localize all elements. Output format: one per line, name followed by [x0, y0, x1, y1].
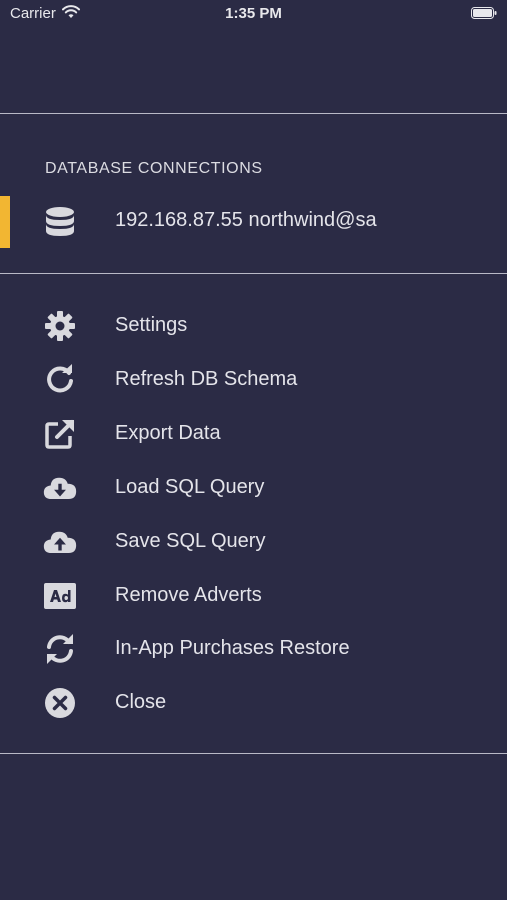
gear-icon: [43, 309, 77, 343]
menu-item-label: Settings: [115, 314, 188, 336]
menu-item-label: Load SQL Query: [115, 476, 265, 498]
section-header-database-connections: DATABASE CONNECTIONS: [45, 160, 263, 177]
active-connection-indicator: [0, 196, 10, 248]
refresh-icon: [43, 363, 77, 397]
ad-icon: [43, 579, 77, 613]
status-time: 1:35 PM: [225, 5, 282, 22]
menu-item-close[interactable]: Close: [0, 681, 507, 725]
menu-item-load-sql-query[interactable]: Load SQL Query: [0, 466, 507, 510]
menu-item-export-data[interactable]: Export Data: [0, 412, 507, 456]
database-icon: [43, 205, 77, 239]
menu-item-label: Export Data: [115, 422, 221, 444]
status-bar: Carrier 1:35 PM: [0, 0, 507, 28]
battery-icon: [471, 7, 497, 19]
cloud-upload-icon: [43, 525, 77, 559]
divider-middle: [0, 273, 507, 274]
menu-item-in-app-purchases-restore[interactable]: In-App Purchases Restore: [0, 627, 507, 671]
menu-item-refresh-db-schema[interactable]: Refresh DB Schema: [0, 358, 507, 402]
menu-item-label: Remove Adverts: [115, 584, 262, 606]
cloud-download-icon: [43, 471, 77, 505]
divider-bottom: [0, 753, 507, 754]
external-link-icon: [43, 417, 77, 451]
menu-item-label: Refresh DB Schema: [115, 368, 298, 390]
connection-label: 192.168.87.55 northwind@sa: [115, 209, 377, 231]
menu-item-settings[interactable]: Settings: [0, 304, 507, 348]
menu-item-remove-adverts[interactable]: Remove Adverts: [0, 574, 507, 618]
menu-item-save-sql-query[interactable]: Save SQL Query: [0, 520, 507, 564]
side-menu-screen: Carrier 1:35 PM DATABASE CONNECTIONS 192…: [0, 0, 507, 900]
menu-item-label: Save SQL Query: [115, 530, 266, 552]
connection-item[interactable]: 192.168.87.55 northwind@sa: [0, 196, 507, 248]
divider-top: [0, 113, 507, 114]
close-circle-icon: [43, 686, 77, 720]
menu-item-label: In-App Purchases Restore: [115, 637, 350, 659]
sync-icon: [43, 632, 77, 666]
menu-item-label: Close: [115, 691, 167, 713]
